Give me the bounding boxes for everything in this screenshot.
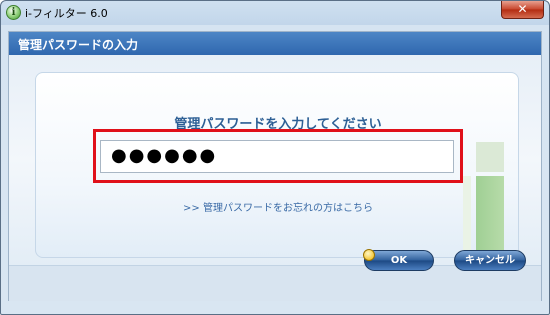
password-field[interactable]: ●●●●●● — [100, 140, 454, 173]
title-bar[interactable]: i i-フィルター 6.0 ✕ — [1, 1, 549, 25]
decorative-block — [476, 142, 504, 172]
password-panel: 管理パスワードを入力してください ●●●●●● >> 管理パスワードをお忘れの方… — [9, 55, 541, 265]
i-filter-app-icon: i — [6, 5, 21, 20]
ok-label: OK — [390, 255, 408, 266]
ok-button[interactable]: OK — [363, 249, 434, 271]
close-icon: ✕ — [517, 2, 528, 16]
window-title: i-フィルター 6.0 — [25, 7, 108, 20]
password-box: 管理パスワードを入力してください ●●●●●● >> 管理パスワードをお忘れの方… — [35, 72, 519, 258]
cancel-button[interactable]: キャンセル — [454, 250, 526, 271]
decorative-block — [476, 176, 504, 257]
forgot-password-link[interactable]: >> 管理パスワードをお忘れの方はこちら — [36, 199, 518, 214]
shield-icon — [363, 249, 375, 261]
section-title: 管理パスワードの入力 — [18, 38, 139, 52]
close-button[interactable]: ✕ — [501, 1, 544, 19]
decorative-stripe — [463, 176, 471, 257]
section-header: 管理パスワードの入力 — [9, 32, 541, 55]
dialog-window: i i-フィルター 6.0 ✕ 管理パスワードの入力 管理パスワードを入力してく… — [0, 0, 550, 315]
cancel-label: キャンセル — [465, 255, 515, 266]
